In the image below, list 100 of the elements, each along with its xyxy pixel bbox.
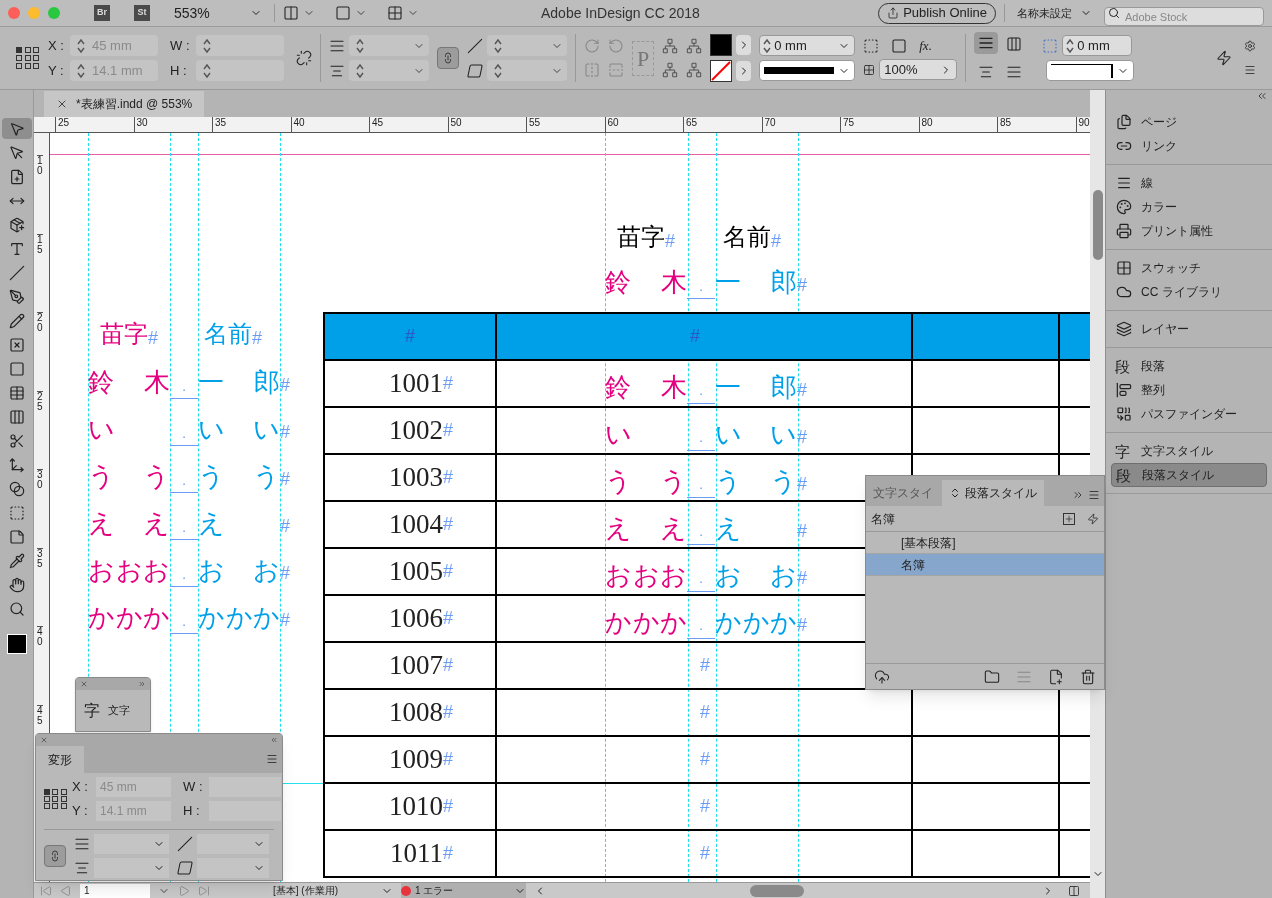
dock-panel-item[interactable]: 字 文字スタイル xyxy=(1111,439,1267,463)
stroke-weight-field[interactable]: 0 mm xyxy=(759,35,856,56)
dock-panel-item[interactable]: レイヤー xyxy=(1111,317,1267,341)
panel-menu-icon[interactable] xyxy=(1088,489,1100,501)
share-icon[interactable] xyxy=(887,7,900,19)
text-wrap-none-button[interactable] xyxy=(974,32,999,54)
frame-offset-field[interactable]: 0 mm xyxy=(1062,35,1133,56)
panel-tab[interactable]: 段落スタイル xyxy=(942,480,1044,506)
app-launcher-button[interactable]: Br xyxy=(94,5,110,21)
settings-icon[interactable] xyxy=(1244,40,1256,52)
corner-shape-dropdown[interactable] xyxy=(1046,60,1135,81)
scrollbar-thumb[interactable] xyxy=(1092,190,1103,260)
height-field[interactable] xyxy=(209,801,281,821)
select-parent-icon[interactable] xyxy=(662,38,679,54)
delete-icon[interactable] xyxy=(1080,668,1096,685)
dock-panel-item[interactable]: リンク xyxy=(1111,134,1267,158)
character-panel-button[interactable]: 字 文字 xyxy=(76,690,150,731)
drop-shadow-icon[interactable] xyxy=(891,37,908,54)
split-view-icon[interactable] xyxy=(1066,884,1082,897)
reference-point-icon[interactable] xyxy=(16,47,40,69)
stepper-icon[interactable] xyxy=(355,62,365,79)
app-launcher-button[interactable]: St xyxy=(134,5,150,21)
stepper-icon[interactable] xyxy=(1065,37,1076,54)
row-number: 1002 xyxy=(389,414,443,448)
expand-panel-icon[interactable] xyxy=(1072,489,1084,501)
width-field[interactable] xyxy=(209,777,281,797)
stepper-icon[interactable] xyxy=(76,62,86,79)
reference-point-icon[interactable] xyxy=(44,789,68,809)
collapse-icon[interactable] xyxy=(270,736,278,744)
close-icon[interactable] xyxy=(40,736,48,744)
collapse-dock-icon[interactable] xyxy=(1256,90,1268,102)
surname-text: え え xyxy=(605,511,687,545)
dock-panel-item[interactable]: スウォッチ xyxy=(1111,256,1267,280)
constrain-proportions-button[interactable] xyxy=(44,845,66,867)
new-style-group-icon[interactable] xyxy=(1063,512,1075,525)
select-child-icon[interactable] xyxy=(662,62,679,78)
menu-icon[interactable] xyxy=(1244,64,1256,76)
wrap-shape-icon[interactable] xyxy=(978,64,995,80)
selection-tool[interactable] xyxy=(1,118,32,139)
select-next-icon[interactable] xyxy=(686,62,703,78)
wrap-bounding-box-icon[interactable] xyxy=(1006,36,1023,52)
style-list-item[interactable]: 名簿 xyxy=(866,554,1104,576)
dock-panel-item[interactable]: カラー xyxy=(1111,195,1267,219)
stepper-icon[interactable] xyxy=(493,62,503,79)
dock-panel-item[interactable]: 整列 xyxy=(1111,378,1267,402)
fill-swatch[interactable] xyxy=(710,34,733,56)
constrain-proportions-button[interactable] xyxy=(437,47,459,69)
page-number-field[interactable]: 1 xyxy=(80,883,150,898)
dock-panel-item[interactable]: ページ xyxy=(1111,110,1267,134)
close-icon[interactable] xyxy=(80,680,88,688)
screen-mode-icon[interactable] xyxy=(334,5,351,21)
stepper-icon[interactable] xyxy=(76,37,86,54)
surname-text: い xyxy=(605,417,633,451)
dock-panel-item[interactable]: パスファインダー xyxy=(1111,402,1267,426)
arrange-documents-icon[interactable] xyxy=(386,5,403,21)
h-label: H : xyxy=(170,61,188,80)
fill-stroke-swatch[interactable] xyxy=(6,634,27,654)
stepper-icon[interactable] xyxy=(493,37,503,54)
workspace-dropdown[interactable]: 名称未設定 xyxy=(1013,4,1096,22)
unlink-icon[interactable] xyxy=(296,50,312,66)
cloud-icon xyxy=(1115,284,1133,300)
document-tab[interactable]: *表練習.indd @ 553% xyxy=(44,91,205,117)
object-frame-icon[interactable] xyxy=(863,37,880,54)
select-previous-icon[interactable] xyxy=(686,38,703,54)
stepper-icon[interactable] xyxy=(762,37,773,54)
stepper-icon[interactable] xyxy=(355,37,365,54)
folder-icon[interactable] xyxy=(984,668,1000,685)
view-options-icon[interactable] xyxy=(282,5,299,21)
stroke-none-swatch[interactable] xyxy=(710,60,733,82)
effects-button[interactable]: fx. xyxy=(919,35,932,56)
quick-apply-icon[interactable] xyxy=(1087,512,1099,525)
dock-panel-item[interactable]: 段 段落スタイル xyxy=(1111,463,1267,487)
stock-search-field[interactable]: Adobe Stock xyxy=(1104,7,1264,26)
preflight-profile-dropdown[interactable]: [基本] (作業用) xyxy=(273,883,393,898)
opacity-field[interactable]: 100% xyxy=(879,59,958,81)
dock-panel-item[interactable]: CC ライブラリ xyxy=(1111,280,1267,304)
dock-panel-item[interactable]: 線 xyxy=(1111,171,1267,195)
scrollbar-thumb[interactable] xyxy=(750,884,804,897)
combine-icon xyxy=(1115,406,1133,422)
stepper-icon[interactable] xyxy=(202,62,212,79)
stepper-icon[interactable] xyxy=(202,37,212,54)
zoom-dropdown[interactable]: 553% xyxy=(174,2,262,24)
error-indicator[interactable]: 1 エラー xyxy=(401,883,526,898)
panel-menu-icon[interactable] xyxy=(266,753,278,765)
hollow-pointer-icon xyxy=(8,144,25,161)
pen-icon xyxy=(8,288,25,305)
height-field[interactable] xyxy=(196,60,284,81)
expand-icon[interactable] xyxy=(138,680,146,688)
tab-mark: · xyxy=(687,430,715,451)
close-icon[interactable] xyxy=(56,98,68,110)
panel-tab[interactable]: 変形 xyxy=(36,746,84,773)
stroke-type-dropdown[interactable] xyxy=(759,60,856,81)
jump-object-icon[interactable] xyxy=(1006,64,1023,80)
dock-panel-item[interactable]: 段 段落 xyxy=(1111,354,1267,378)
surname-text: い xyxy=(88,413,116,446)
quick-apply-icon[interactable] xyxy=(1216,50,1232,66)
dock-panel-item[interactable]: プリント属性 xyxy=(1111,219,1267,243)
cloud-icon[interactable] xyxy=(874,668,890,685)
new-style-icon[interactable] xyxy=(1048,668,1064,685)
width-field[interactable] xyxy=(196,35,284,56)
